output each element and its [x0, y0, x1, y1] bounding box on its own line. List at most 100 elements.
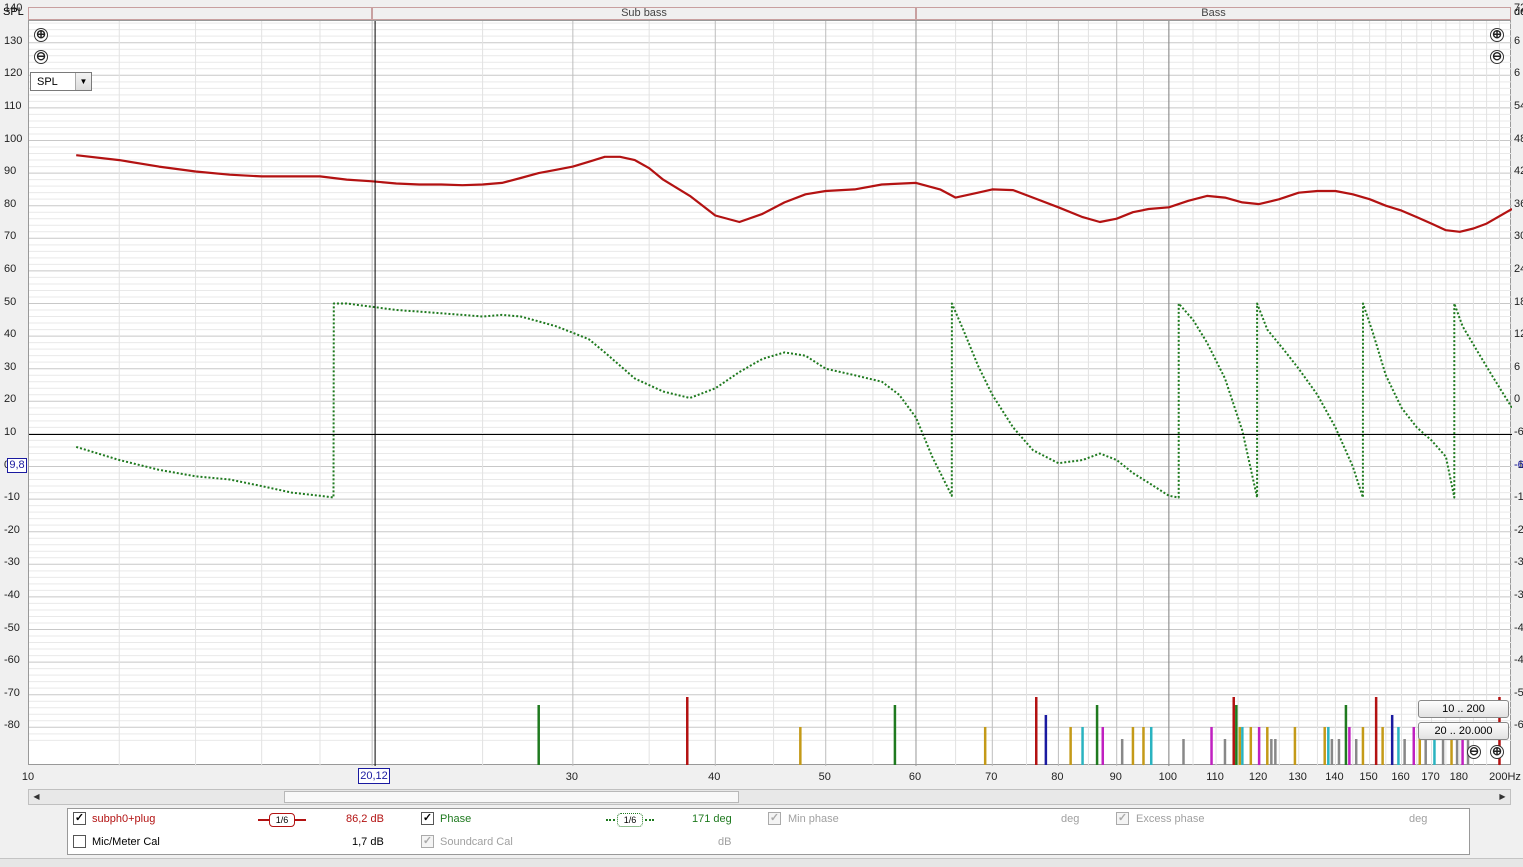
y-tick-label-right: 48: [1514, 132, 1523, 145]
ir-marker: [1381, 727, 1384, 765]
y-tick-label-right: 24: [1514, 262, 1523, 275]
graph-type-select[interactable]: SPL ▼: [30, 72, 92, 91]
x-tick-label: 60: [908, 771, 922, 783]
min-phase-checkbox[interactable]: ✓: [768, 812, 781, 825]
y-tick-label-right: -54: [1514, 686, 1523, 699]
meas-name[interactable]: subph0+plug: [92, 813, 155, 825]
soundcard-cal-checkbox[interactable]: ✓: [421, 835, 434, 848]
x-tick-label: 90: [1109, 771, 1122, 783]
y-tick-label: 40: [4, 328, 17, 341]
y-tick-label-right: 0: [1514, 393, 1521, 406]
band-sub-bass[interactable]: Sub bass: [372, 7, 916, 20]
y-tick-label-right: 6: [1514, 360, 1521, 373]
ir-marker: [1069, 727, 1072, 765]
ir-marker: [1101, 727, 1105, 765]
ir-marker: [1424, 739, 1427, 765]
x-tick-label: 30: [565, 771, 578, 783]
zoom-in-x-icon[interactable]: ⊕: [1490, 745, 1504, 759]
excess-phase-checkbox[interactable]: ✓: [1116, 812, 1129, 825]
ir-marker: [983, 727, 987, 765]
y-tick-label-right: 30: [1514, 230, 1523, 243]
ir-marker: [1210, 727, 1213, 765]
band-bass-label: Bass: [1201, 7, 1226, 19]
phase-smoothing[interactable]: 1/6: [606, 813, 654, 827]
y-tick-label: 70: [4, 230, 17, 243]
soundcard-cal-unit: dB: [718, 836, 732, 848]
ir-marker: [1270, 739, 1273, 765]
ir-marker: [1120, 739, 1124, 765]
ir-marker: [1257, 727, 1261, 765]
ir-marker: [1266, 727, 1269, 765]
y-tick-label-right: -30: [1514, 556, 1523, 569]
scroll-right-icon[interactable]: ▶: [1495, 790, 1510, 804]
zoom-out-x-icon[interactable]: ⊖: [1467, 745, 1481, 759]
ir-marker: [893, 705, 897, 765]
mic-cal-label[interactable]: Mic/Meter Cal: [92, 836, 160, 848]
mic-cal-checkbox[interactable]: [73, 835, 86, 848]
status-bar: [0, 858, 1523, 867]
y-tick-label-right: 6: [1514, 34, 1521, 47]
ir-marker: [1330, 739, 1334, 765]
graph-type-value: SPL: [37, 76, 58, 88]
ir-marker: [1223, 739, 1227, 765]
band-low[interactable]: [28, 7, 372, 20]
graph-svg: [29, 21, 1513, 766]
y-tick-label: 90: [4, 165, 17, 178]
meas-checkbox[interactable]: ✓: [73, 812, 86, 825]
ir-marker: [1412, 727, 1416, 765]
ir-marker: [1390, 715, 1394, 765]
zoom-in-y-right-icon[interactable]: ⊕: [1490, 28, 1504, 42]
zoom-out-y-icon[interactable]: ⊖: [34, 50, 48, 64]
min-phase-label[interactable]: Min phase: [788, 813, 839, 825]
range-10-200-button[interactable]: 10 .. 200: [1418, 700, 1509, 718]
y-tick-label-right: -42: [1514, 621, 1523, 634]
meas-smoothing-label: 1/6: [269, 813, 295, 827]
scrollbar-thumb[interactable]: [284, 791, 739, 803]
y-tick-label: 80: [4, 197, 17, 210]
y-tick-label-right: -6: [1514, 719, 1523, 732]
ir-marker: [1374, 697, 1378, 765]
mic-cal-value: 1,7 dB: [352, 836, 384, 848]
x-tick-label: 110: [1206, 771, 1224, 783]
x-tick-label: 140: [1325, 771, 1344, 783]
cursor-y-readout: 9,8: [7, 458, 27, 473]
phase-checkbox[interactable]: ✓: [421, 812, 434, 825]
ir-marker: [1354, 739, 1358, 765]
y-tick-label: -30: [4, 556, 20, 569]
x-tick-label: 100: [1158, 771, 1178, 783]
ir-marker: [686, 697, 689, 765]
y-tick-label: -20: [4, 523, 20, 536]
ir-marker: [1232, 697, 1235, 765]
excess-phase-label[interactable]: Excess phase: [1136, 813, 1204, 825]
ir-marker: [1249, 727, 1253, 765]
chevron-down-icon[interactable]: ▼: [75, 73, 91, 90]
range-20-20000-button[interactable]: 20 .. 20.000: [1418, 722, 1509, 740]
horizontal-scrollbar[interactable]: ◀ ▶: [28, 789, 1511, 805]
excess-phase-unit: deg: [1409, 813, 1428, 825]
meas-smoothing[interactable]: 1/6: [258, 813, 306, 827]
ir-marker: [1403, 739, 1406, 765]
y-tick-label-right: 6: [1514, 67, 1521, 80]
y-tick-label-right: 54: [1514, 99, 1523, 112]
y-tick-label-right: 36: [1514, 197, 1523, 210]
ir-marker: [799, 727, 802, 765]
zoom-in-y-icon[interactable]: ⊕: [34, 28, 48, 42]
y-tick-label: 120: [4, 67, 23, 80]
x-tick-label: 160: [1391, 771, 1410, 783]
y-tick-label-right: -18: [1514, 491, 1523, 504]
soundcard-cal-label[interactable]: Soundcard Cal: [440, 836, 513, 848]
y-tick-label: -50: [4, 621, 20, 634]
x-tick-label: 70: [985, 771, 998, 783]
scroll-left-icon[interactable]: ◀: [29, 790, 44, 804]
y-tick-label: 60: [4, 262, 17, 275]
ir-marker: [1095, 705, 1099, 765]
zoom-out-y-right-icon[interactable]: ⊖: [1490, 50, 1504, 64]
x-tick-label: 170: [1421, 771, 1440, 783]
ir-marker: [1441, 739, 1445, 765]
phase-label[interactable]: Phase: [440, 813, 471, 825]
ir-marker: [1323, 727, 1326, 765]
graph-plot-area[interactable]: [28, 20, 1513, 766]
band-bass[interactable]: Bass: [916, 7, 1511, 20]
y-tick-label-right: 42: [1514, 165, 1523, 178]
y-tick-label: -80: [4, 719, 20, 732]
